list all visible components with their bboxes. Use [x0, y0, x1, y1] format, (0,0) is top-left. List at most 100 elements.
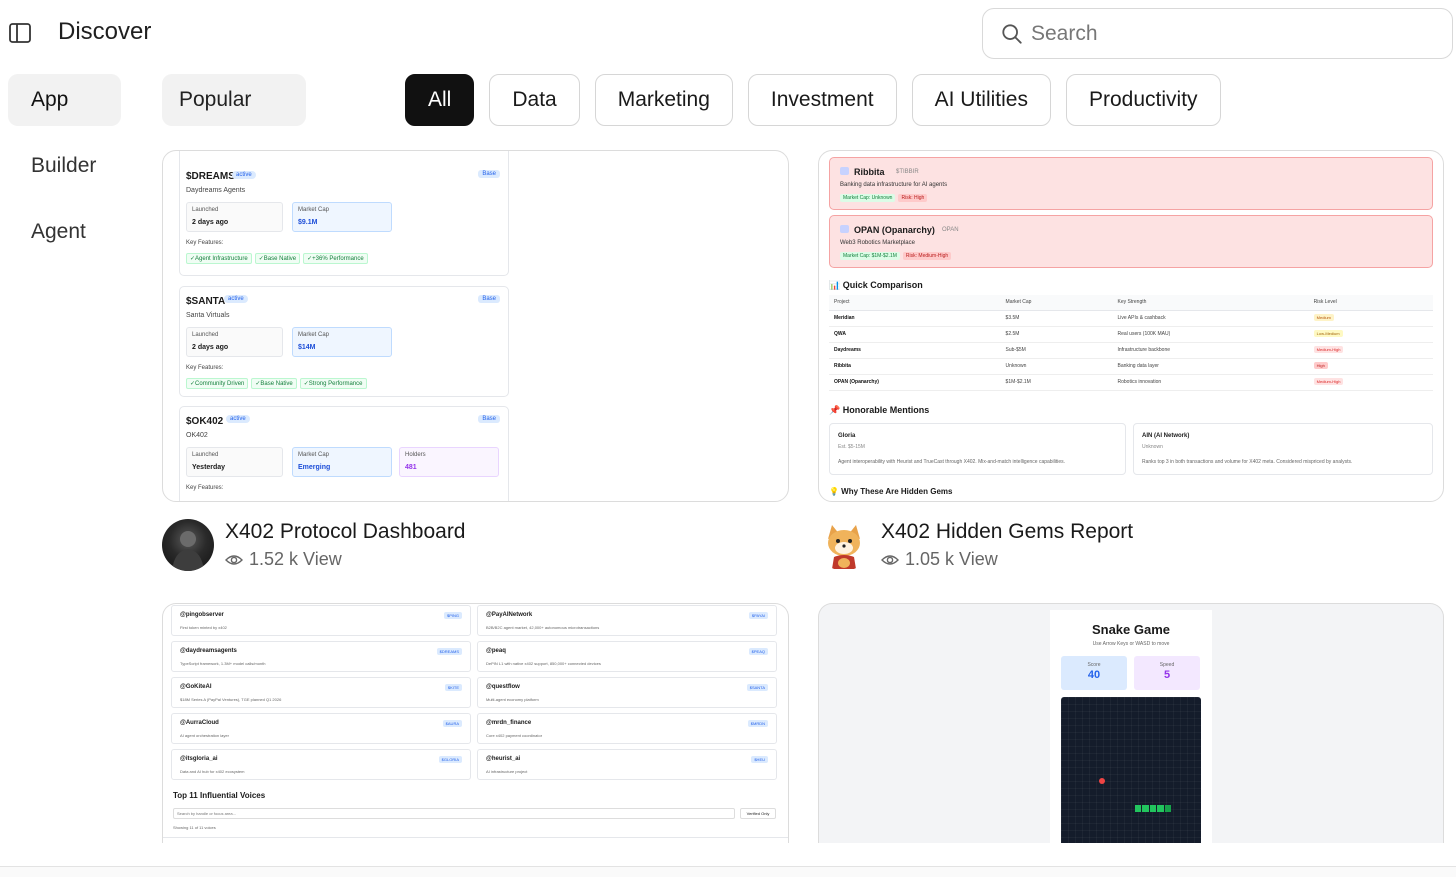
column-header: Key Strength	[1112, 295, 1309, 311]
top-bar: Discover	[0, 0, 1456, 66]
feature-list: ✓Community Driven ✓Base Native ✓Strong P…	[186, 378, 367, 389]
voice-tag: $HEU	[751, 756, 768, 763]
column-header: Risk Level	[1308, 295, 1433, 311]
nav-item-builder[interactable]: Builder	[8, 140, 121, 192]
view-count-label: 1.52 k View	[249, 549, 342, 569]
voice-card: @PayAINetwork $PAYAI B2B/B2C agent marke…	[477, 605, 777, 636]
shiba-mascot-icon	[828, 525, 860, 569]
launched-value: Yesterday	[192, 464, 226, 471]
speed-label: Speed	[1159, 662, 1175, 668]
status-badge: active	[226, 415, 250, 423]
card-title[interactable]: X402 Protocol Dashboard	[225, 520, 466, 544]
voice-desc: Core x402 payment coordinator	[486, 733, 543, 738]
voice-card: @GoKiteAI $KITE $18M Series A (PayPal Ve…	[171, 677, 471, 708]
launched-label: Launched	[192, 452, 219, 458]
risk-level-badge: Medium	[1313, 314, 1334, 321]
nav-item-app[interactable]: App	[8, 74, 121, 126]
market-cap-value: Emerging	[298, 464, 331, 471]
token-name: OK402	[186, 432, 208, 439]
voice-card: @itsgloria_ai $GLORIA Data and AI hub fo…	[171, 749, 471, 780]
voice-tag: $PAYAI	[748, 612, 768, 619]
card-title[interactable]: X402 Hidden Gems Report	[881, 520, 1133, 544]
voices-search-input[interactable]	[173, 808, 735, 819]
voices-count: Showing 11 of 11 voices	[173, 825, 216, 830]
risk-card-desc: Banking data infrastructure for AI agent…	[840, 182, 948, 188]
market-cap-value: $14M	[298, 344, 316, 351]
app-card-thumbnail[interactable]: @pingobserver $PING First token minted b…	[162, 603, 789, 843]
risk-card: OPAN (Opanarchy) OPAN Web3 Robotics Mark…	[829, 215, 1433, 268]
market-cap-tag: Market Cap: $1M-$2.1M	[840, 252, 900, 260]
sidebar-toggle-icon[interactable]	[8, 22, 32, 44]
filter-productivity[interactable]: Productivity	[1065, 74, 1221, 126]
table-cell: Low-Medium	[1308, 326, 1433, 343]
filter-data[interactable]: Data	[489, 74, 580, 126]
risk-card-name: Ribbita	[854, 167, 885, 177]
token-icon	[840, 167, 849, 175]
view-count: 1.52 k View	[225, 549, 342, 570]
footer-strip	[0, 867, 1456, 877]
person-icon	[172, 531, 204, 571]
voice-card: @mrdn_finance $MRDN Core x402 payment co…	[477, 713, 777, 744]
filter-all[interactable]: All	[405, 74, 475, 126]
filter-ai-utilities[interactable]: AI Utilities	[911, 74, 1051, 126]
token-symbol: $DREAMS	[186, 171, 235, 182]
market-cap-label: Market Cap	[298, 332, 330, 338]
token-card: $OK402 active Base OK402 Launched Yester…	[179, 406, 509, 501]
creator-avatar[interactable]	[162, 519, 214, 571]
filter-investment[interactable]: Investment	[747, 74, 897, 126]
feature-tag: ✓Base Native	[251, 378, 297, 389]
comparison-heading: 📊 Quick Comparison	[829, 280, 923, 290]
features-label: Key Features:	[186, 240, 224, 246]
game-subtitle: Use Arrow Keys or WASD to move	[1092, 641, 1170, 647]
table-cell: $1M-$2.1M	[1000, 374, 1113, 391]
table-cell: OPAN (Opanarchy)	[829, 374, 1001, 391]
comparison-table: Project Market Cap Key Strength Risk Lev…	[829, 295, 1433, 391]
table-row: QWA $2.5M Real users (100K MAU) Low-Medi…	[829, 326, 1433, 343]
app-card-thumbnail[interactable]: Ribbita $TIBBIR Banking data infrastruct…	[818, 150, 1444, 502]
risk-tag: Risk: High	[898, 194, 928, 202]
voice-handle: @peaq	[486, 648, 506, 654]
feature-tag: ✓Strong Performance	[299, 378, 367, 389]
risk-level-badge: Medium-High	[1313, 378, 1344, 385]
voice-handle: @heurist_ai	[486, 756, 521, 762]
table-cell: Medium-High	[1308, 374, 1433, 391]
voice-tag: $KITE	[444, 684, 462, 691]
sort-dropdown[interactable]: Popular	[162, 74, 444, 126]
market-cap-box: Market Cap Emerging	[292, 447, 392, 477]
table-cell: Infrastructure backbone	[1112, 342, 1309, 359]
launched-box: Launched 2 days ago	[186, 202, 283, 232]
voice-desc: $18M Series A (PayPal Ventures), TGE pla…	[180, 697, 282, 702]
voices-heading: Top 11 Influential Voices	[173, 791, 266, 800]
table-row: OPAN (Opanarchy) $1M-$2.1M Robotics inno…	[829, 374, 1433, 391]
search-box[interactable]	[982, 8, 1453, 59]
voice-desc: First token minted by x402	[180, 625, 227, 630]
table-cell: Sub-$5M	[1000, 342, 1113, 359]
verified-only-toggle[interactable]: Verified Only	[740, 808, 776, 819]
game-board[interactable]	[1061, 697, 1201, 843]
search-input[interactable]	[1031, 21, 1411, 46]
market-cap-box: Market Cap $9.1M	[292, 202, 392, 232]
eye-icon	[225, 554, 243, 565]
voice-handle: @GoKiteAI	[180, 684, 212, 690]
divider	[163, 837, 788, 838]
voice-tag: $PING	[443, 612, 462, 619]
launched-value: 2 days ago	[192, 219, 229, 226]
table-cell: Robotics innovation	[1112, 374, 1309, 391]
sort-dropdown-label: Popular	[179, 88, 252, 111]
column-header: Project	[829, 295, 1001, 311]
creator-avatar[interactable]	[818, 519, 870, 571]
score-label: Score	[1087, 662, 1101, 668]
app-card-thumbnail[interactable]: Snake Game Use Arrow Keys or WASD to mov…	[818, 603, 1444, 843]
search-icon	[1002, 23, 1022, 44]
food-dot	[1099, 778, 1105, 784]
voice-desc: Multi-agent economy platform	[486, 697, 539, 702]
chain-badge: Base	[478, 170, 500, 178]
nav-item-agent[interactable]: Agent	[8, 206, 121, 258]
app-card-thumbnail[interactable]: $DREAMS active Base Daydreams Agents Lau…	[162, 150, 789, 502]
table-cell: Medium-High	[1308, 342, 1433, 359]
filter-marketing[interactable]: Marketing	[594, 74, 733, 126]
voice-handle: @itsgloria_ai	[180, 756, 218, 762]
table-cell: High	[1308, 358, 1433, 375]
risk-card-desc: Web3 Robotics Marketplace	[840, 240, 915, 246]
chain-badge: Base	[478, 295, 500, 303]
